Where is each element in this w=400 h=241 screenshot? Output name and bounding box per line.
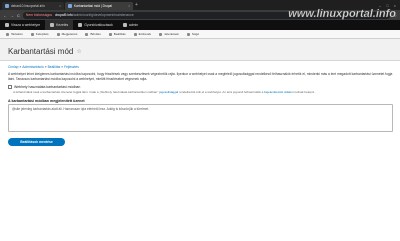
url-host: drupal9.info — [55, 13, 73, 17]
forward-nav-icon[interactable]: → — [10, 13, 14, 18]
favicon-icon — [68, 4, 72, 8]
tray-label: Felépítés — [35, 32, 49, 36]
help-text: A felhasználók csak a karbantartási üzen… — [13, 90, 159, 94]
toolbar-back-to-site[interactable]: Vissza a webhelyre — [0, 20, 45, 30]
structure-icon — [30, 32, 34, 36]
breadcrumb-link[interactable]: Címlap — [8, 65, 18, 69]
close-tab-icon[interactable]: × — [128, 4, 130, 8]
login-page-link[interactable]: bejelentkezési oldalon — [264, 90, 294, 94]
tray-label: Bővítés — [90, 32, 101, 36]
watermark-logo: www.linuxportal.info — [288, 8, 396, 21]
close-tab-icon[interactable]: × — [59, 4, 61, 8]
page-title: Karbantartási mód ☆ — [8, 47, 82, 56]
shortcut-star-icon[interactable]: ☆ — [76, 48, 81, 55]
maintenance-message-textarea[interactable]: @site jelenleg karbantartás alatt áll. H… — [8, 104, 393, 132]
toolbar-shortcuts[interactable]: Gyorshivatkozások — [73, 20, 118, 30]
back-icon — [5, 23, 9, 27]
page-description: A webhelyet lehet ideiglenes karbantartá… — [8, 72, 393, 81]
tray-label: Emberek — [138, 32, 152, 36]
checkbox-label[interactable]: Webhely használata karbantartási módban — [14, 85, 80, 89]
url-path: /admin/config/development/maintenance — [72, 13, 134, 17]
help-text: rendelkezők érik el a webhelyet. Az arra… — [179, 90, 264, 94]
tray-item-people[interactable]: Emberek — [130, 32, 155, 36]
tray-label: Tartalom — [11, 32, 23, 36]
toolbar-label: admin — [128, 23, 139, 27]
appearance-icon — [56, 32, 60, 36]
browser-tab-2[interactable]: Karbantartási mód | Drupal × — [65, 2, 133, 10]
back-nav-icon[interactable]: ← — [3, 13, 7, 18]
window-controls: – □ × — [379, 3, 400, 8]
message-field-label: A karbantartási módban megjelenített üze… — [8, 99, 85, 103]
tray-item-extend[interactable]: Bővítés — [81, 32, 104, 36]
security-warning[interactable]: Nem biztonságos — [26, 13, 52, 17]
page-header: Karbantartási mód ☆ — [0, 39, 400, 61]
minimize-icon[interactable]: – — [379, 3, 381, 8]
maintenance-mode-checkbox-row[interactable]: Webhely használata karbantartási módban — [8, 85, 80, 89]
maintenance-mode-checkbox[interactable] — [8, 85, 12, 89]
permission-link[interactable]: jogosultsággal — [159, 90, 178, 94]
browser-tab-1[interactable]: deban10.linuxportal.info × — [2, 2, 64, 10]
tray-item-content[interactable]: Tartalom — [2, 32, 27, 36]
tab-label: deban10.linuxportal.info — [11, 4, 45, 8]
breadcrumb-link[interactable]: Beállítás — [48, 65, 61, 69]
people-icon — [133, 32, 137, 36]
tray-item-help[interactable]: Súgó — [183, 32, 203, 36]
user-icon — [122, 23, 127, 27]
browser-window: deban10.linuxportal.info × Karbantartási… — [0, 0, 400, 241]
toolbar-manage[interactable]: Kezelés — [45, 20, 74, 30]
tray-label: Jelentések — [164, 32, 179, 36]
breadcrumb-link[interactable]: Fejlesztés — [64, 65, 79, 69]
checkbox-help-text: A felhasználók csak a karbantartási üzen… — [13, 90, 393, 94]
tray-item-appearance[interactable]: Megjelenés — [53, 32, 82, 36]
reports-icon — [159, 32, 163, 36]
tray-label: Súgó — [191, 32, 200, 36]
tray-item-config[interactable]: Beállítás — [105, 32, 130, 36]
breadcrumb-link[interactable]: Adminisztráció — [22, 65, 43, 69]
admin-toolbar: Vissza a webhelyre Kezelés Gyorshivatkoz… — [0, 20, 400, 30]
config-icon — [108, 32, 112, 36]
star-icon — [78, 23, 83, 27]
tray-item-structure[interactable]: Felépítés — [27, 32, 53, 36]
tray-label: Megjelenés — [61, 32, 78, 36]
favicon-icon — [5, 4, 9, 8]
tray-label: Beállítás — [113, 32, 126, 36]
breadcrumb: Címlap»Adminisztráció»Beállítás»Fejleszt… — [8, 65, 79, 69]
toolbar-label: Vissza a webhelyre — [11, 23, 41, 27]
toolbar-label: Kezelés — [56, 23, 69, 27]
page-title-text: Karbantartási mód — [8, 47, 74, 56]
admin-tray: Tartalom Felépítés Megjelenés Bővítés Be… — [0, 30, 400, 39]
help-text: tudnak belépni. — [294, 90, 315, 94]
close-window-icon[interactable]: × — [394, 3, 396, 8]
content-icon — [6, 32, 9, 36]
toolbar-user[interactable]: admin — [118, 20, 143, 30]
breadcrumb-separator: » — [61, 65, 64, 69]
reload-icon[interactable]: C — [17, 13, 20, 18]
help-icon — [186, 32, 190, 36]
maximize-icon[interactable]: □ — [386, 3, 388, 8]
toolbar-label: Gyorshivatkozások — [84, 23, 113, 27]
manage-icon — [50, 23, 55, 27]
save-button[interactable]: Beállítások mentése — [8, 138, 65, 146]
new-tab-button[interactable]: + — [135, 2, 138, 8]
tab-label: Karbantartási mód | Drupal — [74, 4, 113, 8]
tray-item-reports[interactable]: Jelentések — [155, 32, 183, 36]
breadcrumb-separator: » — [44, 65, 47, 69]
page-content: Karbantartási mód ☆ Címlap»Adminisztráci… — [0, 39, 400, 241]
extend-icon — [85, 32, 89, 36]
